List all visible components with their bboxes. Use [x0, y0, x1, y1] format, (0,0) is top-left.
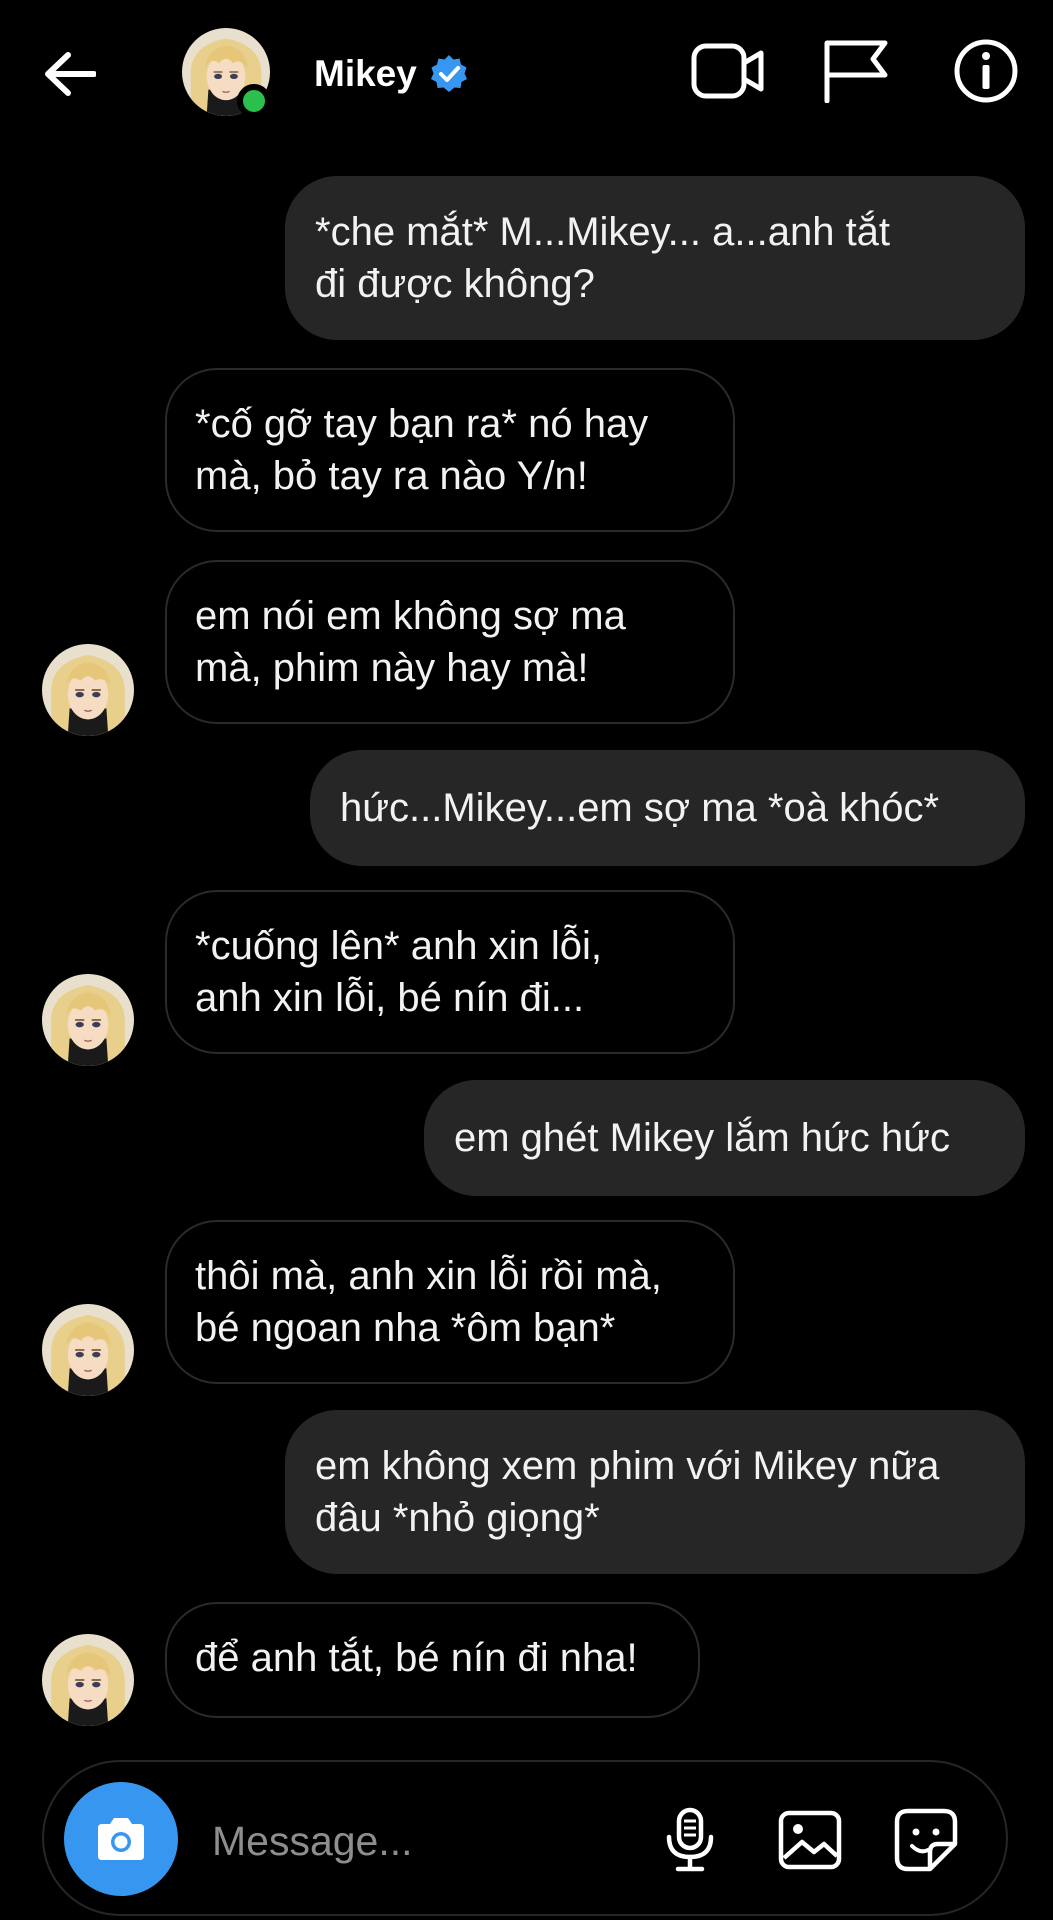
microphone-icon [666, 1807, 714, 1872]
gallery-icon [778, 1810, 842, 1870]
message-sent[interactable]: *che mắt* M...Mikey... a...anh tắt đi đư… [285, 176, 1025, 340]
sticker-button[interactable] [886, 1800, 966, 1880]
gallery-button[interactable] [770, 1800, 850, 1880]
sender-avatar[interactable] [42, 1634, 134, 1726]
camera-button[interactable] [64, 1782, 178, 1896]
message-sent[interactable]: em không xem phim với Mikey nữa đâu *nhỏ… [285, 1410, 1025, 1574]
voice-message-button[interactable] [650, 1800, 730, 1880]
message-thread[interactable]: *che mắt* M...Mikey... a...anh tắt đi đư… [0, 0, 1053, 1760]
sender-avatar[interactable] [42, 974, 134, 1066]
message-composer [42, 1760, 1008, 1916]
sticker-icon [894, 1808, 958, 1872]
camera-icon [98, 1818, 144, 1860]
message-received[interactable]: em nói em không sợ ma mà, phim này hay m… [165, 560, 735, 724]
message-received[interactable]: *cuống lên* anh xin lỗi, anh xin lỗi, bé… [165, 890, 735, 1054]
message-input[interactable] [210, 1798, 634, 1884]
message-received[interactable]: *cố gỡ tay bạn ra* nó hay mà, bỏ tay ra … [165, 368, 735, 532]
message-received[interactable]: để anh tắt, bé nín đi nha! [165, 1602, 700, 1718]
message-received[interactable]: thôi mà, anh xin lỗi rồi mà, bé ngoan nh… [165, 1220, 735, 1384]
sender-avatar[interactable] [42, 644, 134, 736]
sender-avatar[interactable] [42, 1304, 134, 1396]
message-sent[interactable]: em ghét Mikey lắm hức hức [424, 1080, 1025, 1196]
message-sent[interactable]: hức...Mikey...em sợ ma *oà khóc* [310, 750, 1025, 866]
